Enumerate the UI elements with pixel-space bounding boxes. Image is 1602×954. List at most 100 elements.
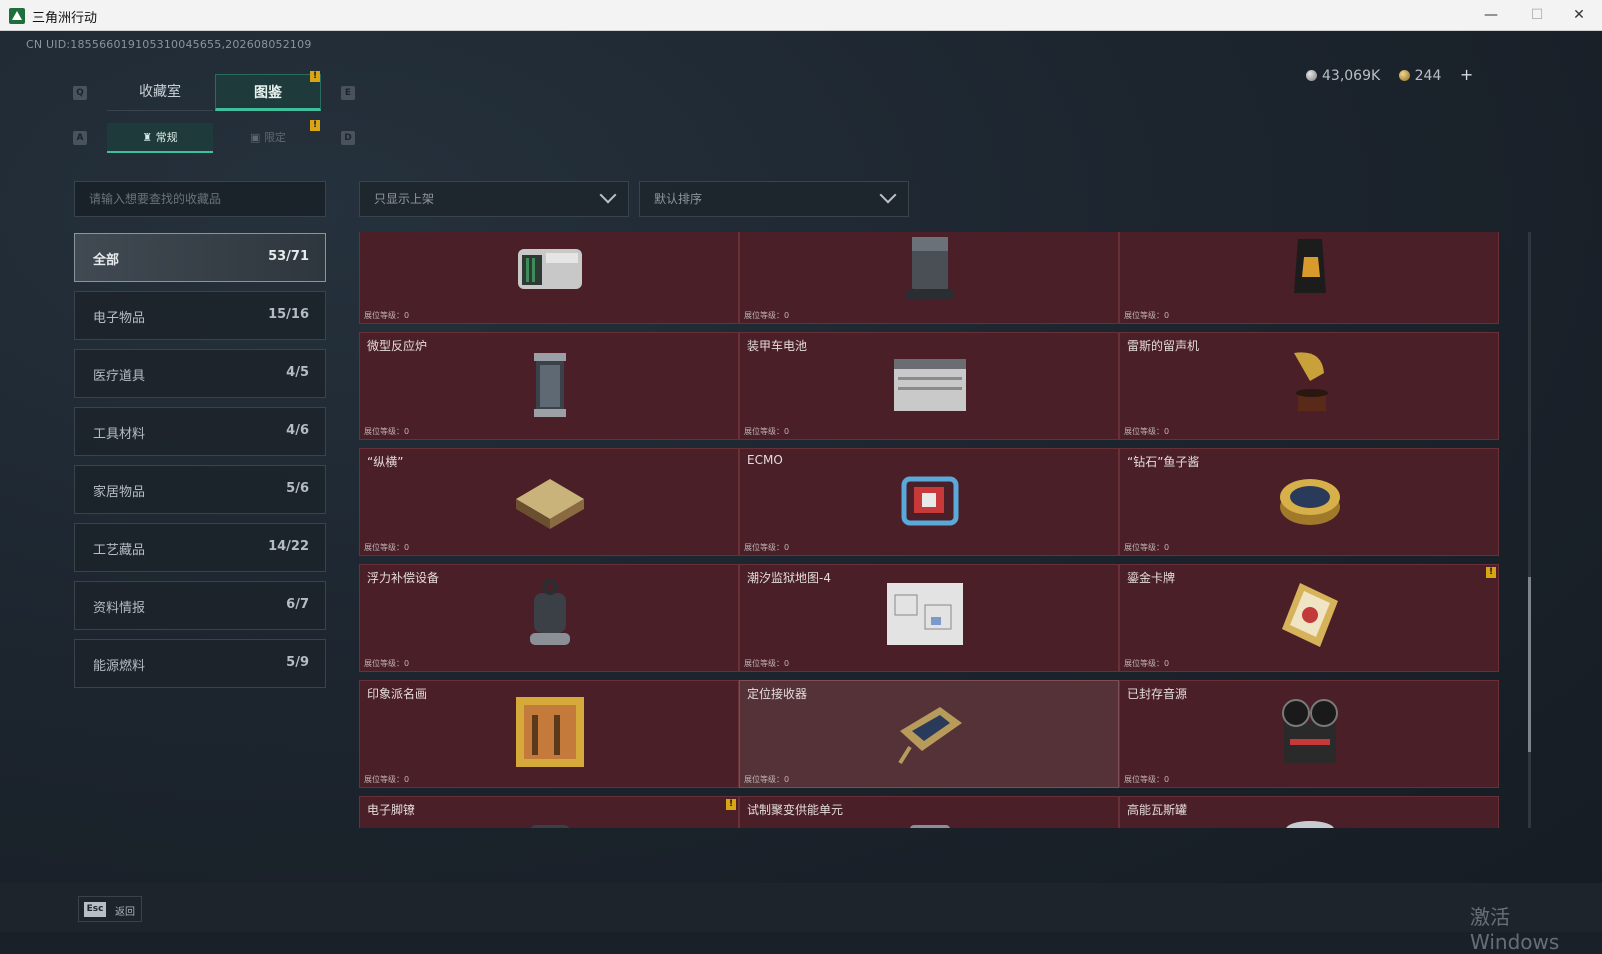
item-card[interactable]: 定位接收器 展位等级：0 xyxy=(739,680,1119,788)
item-level: 展位等级：0 xyxy=(364,543,410,552)
battery-icon xyxy=(894,359,966,411)
item-card[interactable]: 展位等级：0 xyxy=(739,232,1119,324)
gold-coin-icon xyxy=(1398,70,1410,81)
back-label: 返回 xyxy=(115,907,135,918)
category-count: 14/22 xyxy=(268,539,309,554)
back-button[interactable]: Esc 返回 xyxy=(78,896,142,922)
gramophone-icon xyxy=(1294,352,1328,411)
key-hint-e: E xyxy=(341,86,355,100)
subtab-limited-label: 限定 xyxy=(263,131,286,144)
item-card[interactable]: 鎏金卡牌 ! 展位等级：0 xyxy=(1119,564,1499,672)
limited-alert-badge: ! xyxy=(310,120,320,131)
item-title: 印象派名画 xyxy=(367,687,428,701)
item-card[interactable]: 潮汐监狱地图-4 展位等级：0 xyxy=(739,564,1119,672)
item-card[interactable]: 试制聚变供能单元 xyxy=(739,796,1119,828)
key-hint-q: Q xyxy=(73,86,87,100)
item-title: 鎏金卡牌 xyxy=(1127,571,1176,585)
category-electronics[interactable]: 电子物品 15/16 xyxy=(74,291,326,340)
windows-activation-watermark: 激活 Windows xyxy=(1470,905,1560,954)
category-energy[interactable]: 能源燃料 5/9 xyxy=(74,639,326,688)
category-count: 4/6 xyxy=(286,423,309,438)
category-tools[interactable]: 工具材料 4/6 xyxy=(74,407,326,456)
item-level: 展位等级：0 xyxy=(744,659,790,668)
window-title: 三角洲行动 xyxy=(32,11,98,26)
item-level: 展位等级：0 xyxy=(1124,543,1170,552)
item-level: 展位等级：0 xyxy=(744,775,790,784)
item-level: 展位等级：0 xyxy=(364,659,410,668)
key-hint-a: A xyxy=(73,131,87,145)
item-card[interactable]: “钻石”鱼子酱 展位等级：0 xyxy=(1119,448,1499,556)
item-card[interactable]: 雷斯的留声机 展位等级：0 xyxy=(1119,332,1499,440)
map-icon xyxy=(887,583,963,645)
add-currency-button[interactable]: + xyxy=(1460,65,1473,84)
category-name: 家居物品 xyxy=(93,485,146,500)
category-crafts[interactable]: 工艺藏品 14/22 xyxy=(74,523,326,572)
tab-catalog[interactable]: 图鉴 xyxy=(215,74,321,111)
item-level: 展位等级：0 xyxy=(744,543,790,552)
item-grid-scrollbar[interactable] xyxy=(1528,232,1531,828)
robot-vacuum-icon xyxy=(906,237,954,299)
new-item-badge: ! xyxy=(726,799,736,810)
item-card[interactable]: 印象派名画 展位等级：0 xyxy=(359,680,739,788)
subtab-limited[interactable]: ▣ 限定 xyxy=(215,123,321,153)
regular-icon: ♜ xyxy=(142,131,156,144)
silver-currency: 43,069K xyxy=(1306,68,1380,84)
subtab-regular[interactable]: ♜ 常规 xyxy=(107,123,213,153)
item-card[interactable]: ECMO 展位等级：0 xyxy=(739,448,1119,556)
item-title: 微型反应炉 xyxy=(367,339,428,353)
bottom-bar: Esc 返回 激活 Windows xyxy=(0,883,1602,954)
server-icon xyxy=(518,249,582,289)
item-level: 展位等级：0 xyxy=(1124,775,1170,784)
item-card[interactable]: 装甲车电池 展位等级：0 xyxy=(739,332,1119,440)
coffee-bag-icon xyxy=(1294,239,1326,293)
chessboard-icon xyxy=(516,479,584,529)
minimize-button[interactable]: — xyxy=(1468,0,1514,31)
sort-value: 默认排序 xyxy=(654,192,703,206)
item-level: 展位等级：0 xyxy=(1124,311,1170,320)
category-household[interactable]: 家居物品 5/6 xyxy=(74,465,326,514)
item-card[interactable]: “纵横” 展位等级：0 xyxy=(359,448,739,556)
category-medical[interactable]: 医疗道具 4/5 xyxy=(74,349,326,398)
category-count: 4/5 xyxy=(286,365,309,380)
scrollbar-thumb[interactable] xyxy=(1528,577,1531,752)
item-card[interactable]: 浮力补偿设备 展位等级：0 xyxy=(359,564,739,672)
category-all[interactable]: 全部 53/71 xyxy=(74,233,326,282)
item-card[interactable]: 微型反应炉 展位等级：0 xyxy=(359,332,739,440)
subtab-regular-label: 常规 xyxy=(155,131,178,144)
tab-collection-room[interactable]: 收藏室 xyxy=(107,74,213,111)
search-input[interactable]: 请输入想要查找的收藏品 xyxy=(74,181,326,217)
silver-amount: 43,069K xyxy=(1322,68,1381,84)
item-level: 展位等级：0 xyxy=(364,311,410,320)
category-name: 工艺藏品 xyxy=(93,543,146,558)
close-button[interactable]: ✕ xyxy=(1556,0,1602,31)
silver-coin-icon xyxy=(1306,70,1317,81)
item-title: 电子脚镣 xyxy=(367,803,416,817)
new-item-badge: ! xyxy=(1486,567,1496,578)
gold-card-icon xyxy=(1282,583,1338,647)
item-title: “纵横” xyxy=(367,455,404,469)
item-card[interactable]: 电子脚镣 ! xyxy=(359,796,739,828)
category-name: 医疗道具 xyxy=(93,369,146,384)
item-title: “钻石”鱼子酱 xyxy=(1127,455,1200,469)
category-name: 电子物品 xyxy=(93,311,146,326)
item-card[interactable]: 已封存音源 展位等级：0 xyxy=(1119,680,1499,788)
sort-dropdown[interactable]: 默认排序 xyxy=(639,181,909,217)
chevron-down-icon xyxy=(599,186,617,204)
app-logo-icon xyxy=(9,8,25,24)
shelf-filter-dropdown[interactable]: 只显示上架 xyxy=(359,181,629,217)
esc-key-hint: Esc xyxy=(84,902,106,917)
item-title: 浮力补偿设备 xyxy=(367,571,440,585)
category-name: 能源燃料 xyxy=(93,659,146,674)
item-card[interactable]: 展位等级：0 xyxy=(359,232,739,324)
item-level: 展位等级：0 xyxy=(744,311,790,320)
item-title: 定位接收器 xyxy=(747,687,808,701)
item-level: 展位等级：0 xyxy=(1124,427,1170,436)
key-hint-d: D xyxy=(341,131,355,145)
category-count: 5/6 xyxy=(286,481,309,496)
category-intel[interactable]: 资料情报 6/7 xyxy=(74,581,326,630)
gps-receiver-icon xyxy=(898,707,962,765)
item-card[interactable]: 高能瓦斯罐 xyxy=(1119,796,1499,828)
item-title: 雷斯的留声机 xyxy=(1127,339,1200,353)
item-card[interactable]: 展位等级：0 xyxy=(1119,232,1499,324)
maximize-button[interactable]: ☐ xyxy=(1514,0,1560,31)
